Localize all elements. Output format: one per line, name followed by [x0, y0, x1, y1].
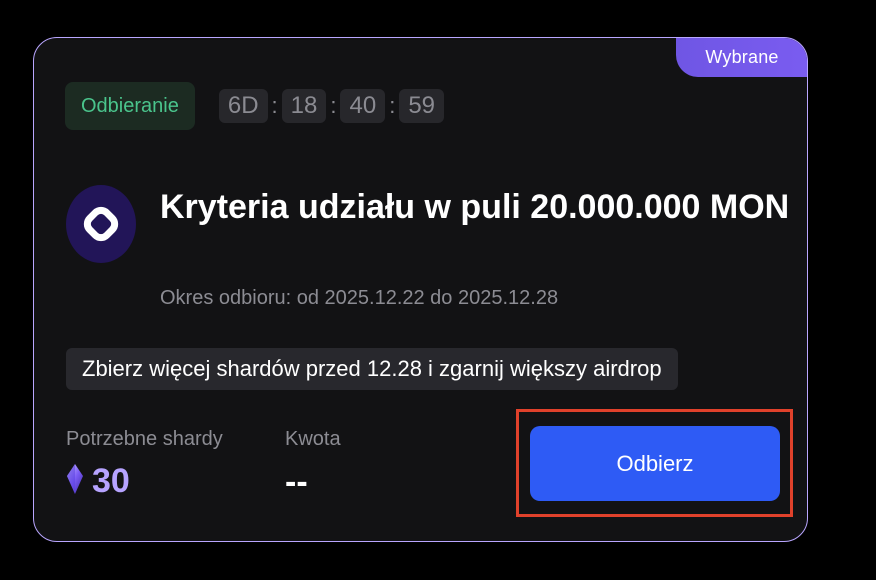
status-badge: Odbieranie	[65, 82, 195, 130]
timer-minutes: 40	[340, 89, 386, 123]
claim-period: Okres odbioru: od 2025.12.22 do 2025.12.…	[160, 287, 559, 309]
timer-separator: :	[271, 93, 278, 118]
timer-seconds: 59	[399, 89, 445, 123]
countdown-timer: 6D : 18 : 40 : 59	[218, 89, 445, 123]
shards-label: Potrzebne shardy	[66, 428, 223, 450]
timer-days: 6D	[218, 89, 268, 123]
timer-hours: 18	[281, 89, 327, 123]
monad-logo-icon	[66, 185, 136, 263]
timer-separator: :	[389, 93, 396, 118]
claim-button[interactable]: Odbierz	[530, 426, 780, 501]
amount-value: --	[285, 463, 308, 501]
card-title: Kryteria udziału w puli 20.000.000 MON	[160, 188, 790, 226]
shards-value: 30	[66, 462, 130, 501]
featured-ribbon: Wybrane	[676, 38, 807, 77]
crystal-shard-icon	[66, 464, 84, 499]
timer-separator: :	[330, 93, 337, 118]
featured-ribbon-label: Wybrane	[705, 46, 779, 67]
airdrop-card: Wybrane Odbieranie 6D : 18 : 40 : 59 Kry…	[33, 37, 808, 542]
amount-label: Kwota	[285, 428, 341, 450]
notice-banner: Zbierz więcej shardów przed 12.28 i zgar…	[66, 348, 678, 390]
shards-count: 30	[92, 462, 130, 500]
status-row: Odbieranie 6D : 18 : 40 : 59	[65, 82, 445, 130]
